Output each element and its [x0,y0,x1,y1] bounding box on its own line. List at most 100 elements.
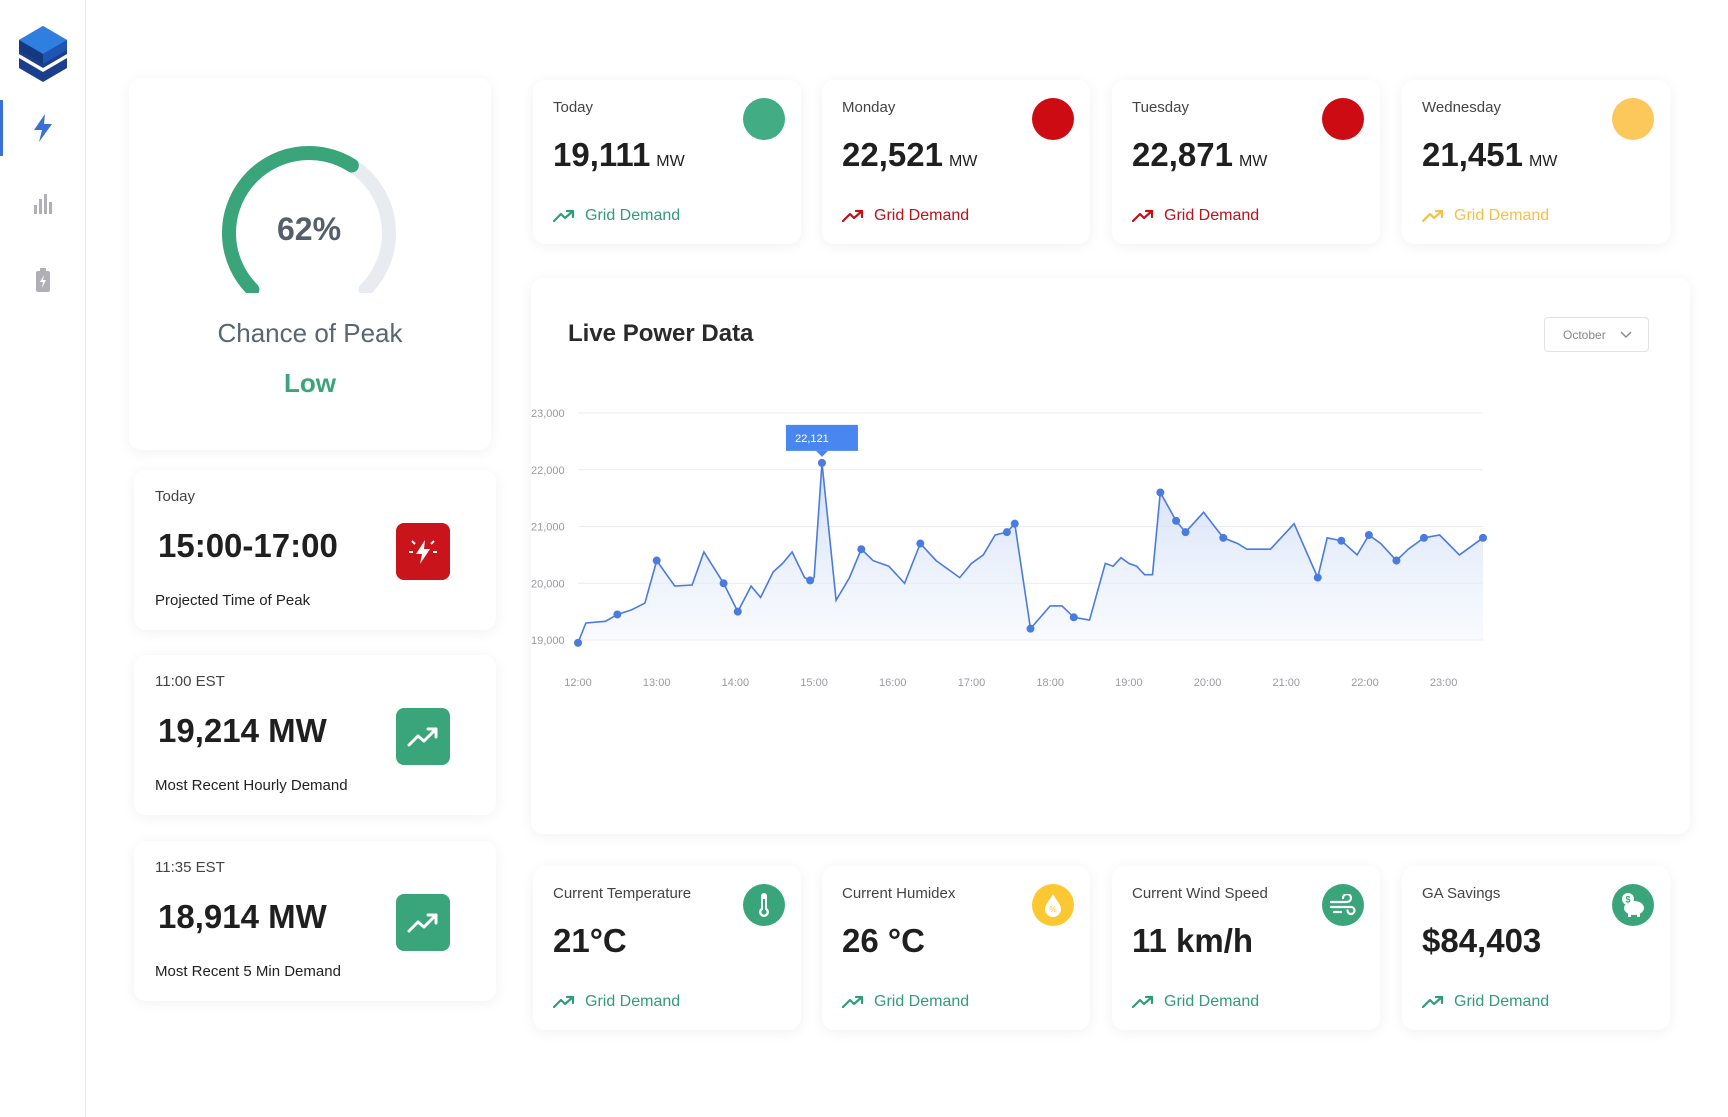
y-tick-label: 21,000 [531,522,565,534]
forecast-trend-label: Grid Demand [1164,207,1260,224]
y-tick-label: 22,000 [531,465,565,477]
data-point[interactable] [733,607,742,616]
x-tick-label: 23:00 [1430,677,1458,689]
x-tick-label: 21:00 [1272,677,1300,689]
data-point[interactable] [1337,536,1346,545]
data-point[interactable] [1219,533,1228,542]
chart-area-fill [578,462,1483,643]
forecast-value-unit: MW [656,153,685,170]
forecast-card-1[interactable]: Monday 22,521 MW Grid Demand [822,80,1090,244]
peak-title: Chance of Peak [217,318,403,348]
side-card-icon-box [396,894,450,951]
forecast-value: 22,521 MW [842,136,977,174]
x-tick-label: 19:00 [1115,677,1143,689]
y-tick-label: 20,000 [531,578,565,590]
x-tick-label: 12:00 [564,677,592,689]
tooltip-pointer [815,450,828,457]
data-point[interactable] [1069,613,1078,622]
side-card-value: 18,914 MW [158,898,327,935]
data-point[interactable] [1364,531,1373,540]
x-tick-label: 17:00 [958,677,986,689]
data-point[interactable] [857,545,866,554]
side-card-caption: Most Recent Hourly Demand [155,777,348,794]
data-point[interactable] [817,458,826,467]
app-logo-icon[interactable] [17,24,69,84]
condition-value: 21°C [553,922,627,959]
condition-label: GA Savings [1422,885,1501,902]
forecast-value-number: 22,521 [842,136,943,173]
data-point[interactable] [613,610,622,619]
data-point[interactable] [1479,533,1487,542]
trend-up-icon [842,209,864,223]
forecast-value-unit: MW [1238,153,1268,170]
side-card-caption: Projected Time of Peak [155,592,311,609]
y-tick-label: 19,000 [531,635,565,647]
data-point[interactable] [806,576,815,585]
condition-card-3: GA Savings $ $84,403 Grid Demand [1402,866,1670,1030]
data-point[interactable] [574,638,582,647]
forecast-card-2[interactable]: Tuesday 22,871 MW Grid Demand [1112,80,1380,244]
forecast-value: 19,111 MW [553,136,685,174]
nav-item-analytics[interactable] [0,176,86,232]
condition-card-1: Current Humidex% 26 °C Grid Demand [822,866,1090,1030]
peak-gauge: 62% [222,145,396,293]
nav-item-battery[interactable] [0,252,86,308]
tooltip-label: 22,121 [795,433,829,445]
condition-trend-label: Grid Demand [874,993,970,1010]
trend-up-icon [1422,995,1444,1009]
side-card-label: 11:35 EST [155,859,225,876]
humidity-drop-icon: % [1045,894,1061,917]
forecast-value-unit: MW [1528,153,1558,170]
live-power-chart: 23,000 22,000 21,000 20,000 19,000 22,121 12… [531,408,1487,689]
peak-percent: 62% [277,211,341,247]
forecast-value: 22,871 MW [1132,136,1267,174]
month-dropdown[interactable]: October [1544,317,1649,352]
condition-trend-label: Grid Demand [585,993,681,1010]
data-point[interactable] [1026,624,1035,633]
svg-text:$: $ [1625,895,1630,905]
trend-up-icon [553,209,575,223]
piggy-bank-icon: $ [1622,893,1644,917]
data-point[interactable] [1392,556,1401,565]
data-point[interactable] [719,579,728,588]
data-point[interactable] [1313,573,1322,582]
bar-chart-icon [34,194,52,214]
forecast-status-dot [1612,98,1654,140]
condition-trend-label: Grid Demand [1454,993,1550,1010]
data-point[interactable] [1181,528,1190,537]
nav-item-power[interactable] [0,100,86,156]
condition-value: 11 km/h [1132,922,1254,959]
forecast-trend-label: Grid Demand [1454,207,1550,224]
forecast-card-0[interactable]: Today 19,111 MW Grid Demand [533,80,801,244]
trending-up-icon [407,727,438,746]
forecast-value-number: 19,111 [553,136,651,173]
data-point[interactable] [652,556,661,565]
forecast-day: Monday [842,99,896,116]
side-card-caption: Most Recent 5 Min Demand [155,963,341,980]
live-power-title: Live Power Data [568,320,754,347]
data-point[interactable] [916,539,925,548]
forecast-card-3[interactable]: Wednesday 21,451 MW Grid Demand [1402,80,1670,244]
side-card-1: 11:00 EST 19,214 MW Most Recent Hourly Dem… [134,655,496,815]
data-point[interactable] [1002,528,1011,537]
data-point[interactable] [1156,488,1165,497]
condition-icon-circle [1322,884,1364,926]
side-card-label: 11:00 EST [155,673,225,690]
forecast-value-number: 22,871 [1132,136,1233,173]
condition-value: $84,403 [1422,922,1542,959]
condition-trend: Grid Demand [1132,993,1259,1011]
condition-card-0: Current Temperature 21°C Grid Demand [533,866,801,1030]
trend-up-icon [842,995,864,1009]
condition-trend-label: Grid Demand [1164,993,1260,1010]
month-dropdown-value: October [1563,327,1606,342]
condition-trend: Grid Demand [553,993,680,1011]
forecast-trend: Grid Demand [1132,207,1259,225]
trending-up-icon [407,913,438,932]
x-tick-label: 13:00 [643,677,671,689]
chevron-down-icon [1620,331,1632,338]
forecast-trend: Grid Demand [553,207,680,225]
data-point[interactable] [1010,519,1019,528]
forecast-trend: Grid Demand [1422,207,1549,225]
data-point[interactable] [1172,516,1181,525]
data-point[interactable] [1419,533,1428,542]
